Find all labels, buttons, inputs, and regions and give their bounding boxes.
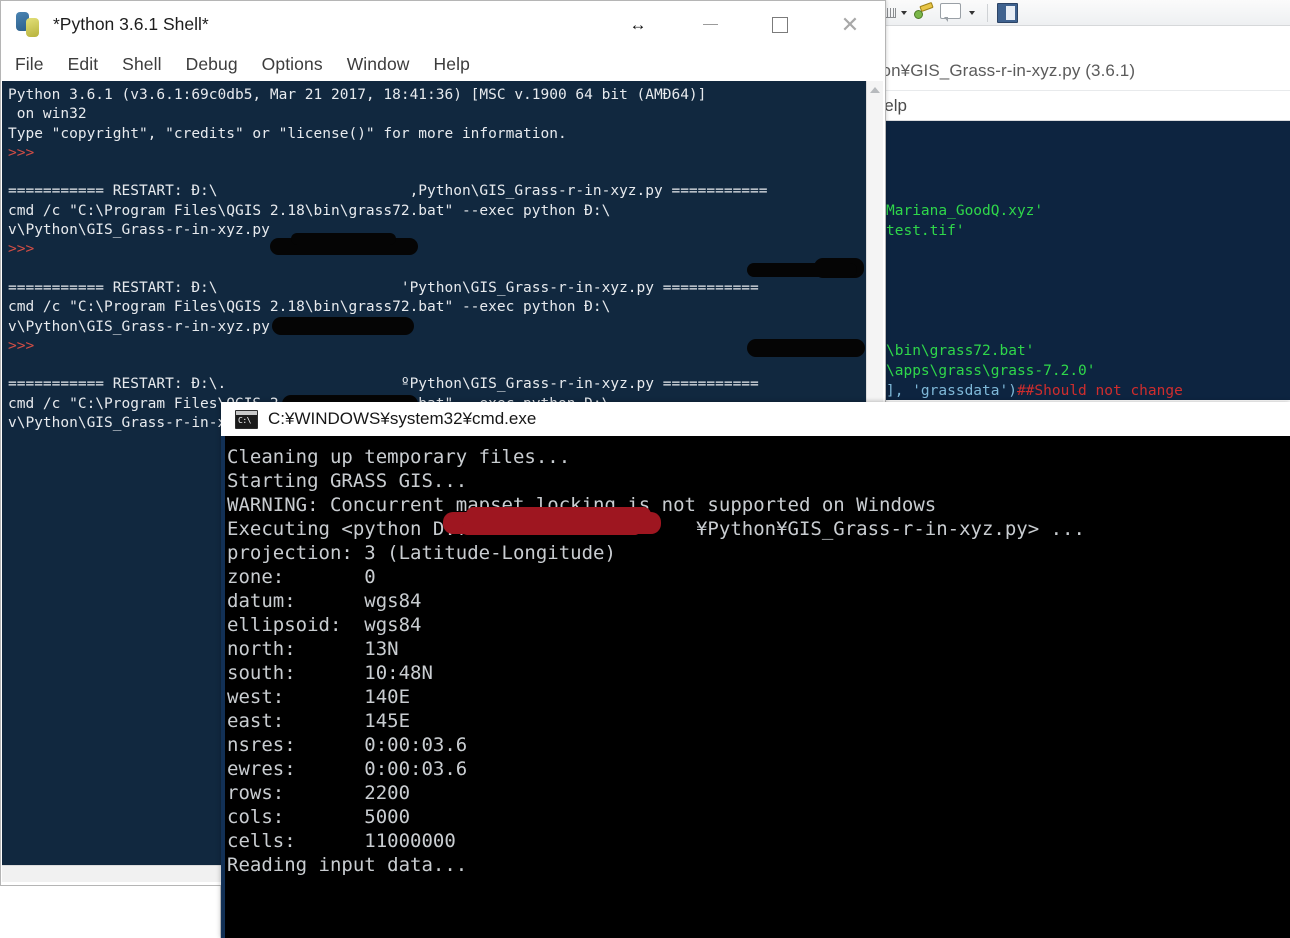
cmd-console-icon: C:\ <box>235 409 258 429</box>
shell-line: =========== RESTART: Ð:\ 'Python\GIS_Gra… <box>8 279 759 296</box>
redaction-mark <box>747 263 857 277</box>
shell-line: cmd /c "C:\Program Files\QGIS 2.18\bin\g… <box>8 202 611 219</box>
editor-menubar[interactable]: Help <box>864 90 1290 121</box>
editor-code-line <box>886 261 1290 281</box>
minimize-button[interactable] <box>675 1 745 48</box>
key-icon[interactable] <box>914 3 936 23</box>
chevron-down-icon-2[interactable] <box>969 10 975 15</box>
editor-code-comment: ##Should not change <box>1016 383 1183 399</box>
blue-panel-icon[interactable] <box>997 2 1019 23</box>
editor-titlebar[interactable]: hon¥GIS_Grass-r-in-xyz.py (3.6.1) <box>864 52 1290 90</box>
editor-code-line <box>886 121 1290 141</box>
cmd-line: Cleaning up temporary files... <box>227 446 571 468</box>
editor-code-line <box>886 181 1290 201</box>
editor-secondary-bar <box>864 26 1290 53</box>
redaction-mark <box>747 339 865 357</box>
shell-menu-file[interactable]: File <box>1 54 56 75</box>
cmd-line: rows: 2200 <box>227 782 411 804</box>
redaction-mark <box>291 233 396 245</box>
screen: hon¥GIS_Grass-r-in-xyz.py (3.6.1) Help M… <box>0 0 1290 938</box>
desktop-background-strip <box>0 886 221 938</box>
cmd-line: east: 145E <box>227 710 411 732</box>
chevron-down-icon[interactable] <box>901 10 907 15</box>
shell-titlebar[interactable]: *Python 3.6.1 Shell* ↔ ✕ <box>1 1 885 48</box>
cmd-window[interactable]: C:\ C:¥WINDOWS¥system32¥cmd.exe Cleaning… <box>221 402 1290 938</box>
cmd-line: projection: 3 (Latitude-Longitude) <box>227 542 616 564</box>
cmd-line: WARNING: Concurrent mapset locking is no… <box>227 494 937 516</box>
shell-menu-debug[interactable]: Debug <box>174 54 250 75</box>
editor-code-line: test.tif' <box>886 223 965 239</box>
shell-menu-help[interactable]: Help <box>422 54 482 75</box>
editor-code-line <box>886 301 1290 321</box>
cmd-line: zone: 0 <box>227 566 376 588</box>
shell-line: cmd /c "C:\Program Files\QGIS 2.18\bin\g… <box>8 299 611 316</box>
shell-line: =========== RESTART: Ð:\ ,Python\GIS_Gra… <box>8 183 768 200</box>
shell-prompt: >>> <box>8 241 35 258</box>
python-logo-icon <box>15 11 41 38</box>
comment-bubble-icon[interactable] <box>940 2 962 23</box>
scroll-up-arrow-icon[interactable] <box>870 87 880 93</box>
close-button[interactable]: ✕ <box>815 1 885 48</box>
editor-code-area[interactable]: Mariana_GoodQ.xyz' test.tif' \bin\grass7… <box>864 121 1290 400</box>
shell-line: Python 3.6.1 (v3.6.1:69c0db5, Mar 21 201… <box>8 87 707 103</box>
editor-code-line: \apps\grass\grass-7.2.0' <box>886 363 1096 379</box>
shell-line: v\Python\GIS_Grass-r-in-xyz.py <box>8 318 270 335</box>
editor-code-line: Mariana_GoodQ.xyz' <box>886 203 1044 219</box>
shell-window-controls[interactable]: ↔ ✕ <box>601 1 885 48</box>
resize-handle-icon[interactable]: ↔ <box>601 15 675 35</box>
shell-menu-options[interactable]: Options <box>250 54 335 75</box>
shell-line: Type "copyright", "credits" or "license(… <box>8 125 567 142</box>
editor-code-line <box>886 161 1290 181</box>
shell-prompt: >>> <box>8 144 35 161</box>
toolbar-separator <box>987 3 988 22</box>
shell-line: =========== RESTART: Ð:\. ºPython\GIS_Gr… <box>8 376 759 393</box>
shell-line: on win32 <box>8 106 87 123</box>
shell-menu-edit[interactable]: Edit <box>56 54 111 75</box>
cmd-line: cols: 5000 <box>227 806 411 828</box>
editor-code-fragment: ], 'grassdata') <box>886 383 1017 399</box>
editor-toolbar[interactable] <box>864 0 1290 26</box>
cmd-line: ellipsoid: wgs84 <box>227 614 422 636</box>
editor-code-line: \bin\grass72.bat' <box>886 343 1035 359</box>
cmd-line: north: 13N <box>227 638 399 660</box>
editor-title: hon¥GIS_Grass-r-in-xyz.py (3.6.1) <box>872 61 1136 80</box>
cmd-title: C:¥WINDOWS¥system32¥cmd.exe <box>268 409 537 428</box>
cmd-line: Executing <python D:¥ ¥Python¥GIS_Grass-… <box>227 518 1085 540</box>
shell-menubar[interactable]: File Edit Shell Debug Options Window Hel… <box>1 48 885 81</box>
cmd-line: Starting GRASS GIS... <box>227 470 468 492</box>
redaction-mark-red <box>466 507 651 522</box>
editor-code-line-last: ], 'grassdata')##Should not change <box>886 381 1290 400</box>
cmd-line: south: 10:48N <box>227 662 433 684</box>
editor-code-line <box>886 281 1290 301</box>
shell-title: *Python 3.6.1 Shell* <box>53 14 209 34</box>
cmd-line: datum: wgs84 <box>227 590 422 612</box>
shell-line: v\Python\GIS_Grass-r-in-xyz.py <box>8 222 270 239</box>
cmd-line: Reading input data... <box>227 854 468 876</box>
cmd-line: west: 140E <box>227 686 411 708</box>
editor-code-line <box>886 321 1290 341</box>
maximize-button[interactable] <box>745 1 815 48</box>
shell-menu-shell[interactable]: Shell <box>110 54 173 75</box>
cmd-left-edge <box>221 436 225 938</box>
editor-code-line <box>886 141 1290 161</box>
editor-code-line <box>886 241 1290 261</box>
shell-prompt: >>> <box>8 337 35 354</box>
cmd-line: nsres: 0:00:03.6 <box>227 734 468 756</box>
cmd-console-output[interactable]: Cleaning up temporary files... Starting … <box>221 436 1290 938</box>
idle-editor-window[interactable]: hon¥GIS_Grass-r-in-xyz.py (3.6.1) Help M… <box>864 0 1290 400</box>
cmd-titlebar[interactable]: C:\ C:¥WINDOWS¥system32¥cmd.exe <box>221 402 1290 436</box>
shell-menu-window[interactable]: Window <box>335 54 422 75</box>
redaction-mark <box>272 317 414 335</box>
cmd-line: cells: 11000000 <box>227 830 456 852</box>
redaction-mark-red <box>461 522 641 535</box>
cmd-line: ewres: 0:00:03.6 <box>227 758 468 780</box>
